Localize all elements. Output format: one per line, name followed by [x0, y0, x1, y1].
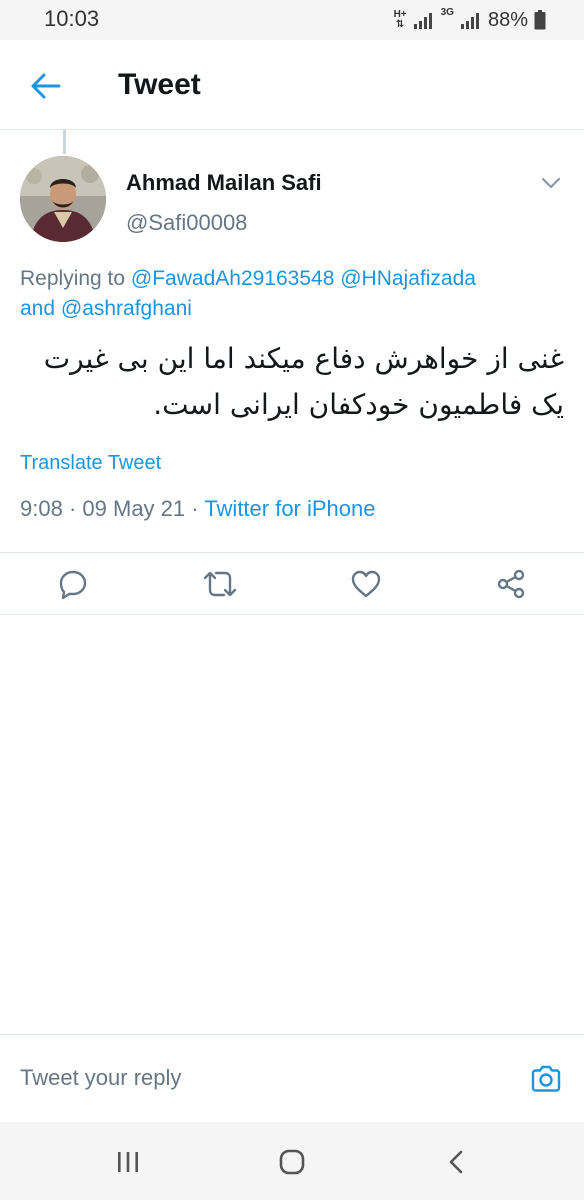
retweet-button[interactable]	[198, 562, 242, 606]
tweet-actions	[0, 554, 584, 614]
share-button[interactable]	[489, 562, 533, 606]
status-icons: H+ ⇅ 3G 88%	[394, 6, 546, 34]
home-button[interactable]	[270, 1140, 314, 1184]
reply-button[interactable]	[51, 562, 95, 606]
divider	[0, 552, 584, 553]
author-name[interactable]: Ahmad Mailan Safi	[126, 170, 322, 196]
mention-link-2[interactable]: @HNajafizada	[340, 267, 476, 290]
divider	[0, 614, 584, 615]
system-nav-bar	[0, 1122, 584, 1200]
camera-icon	[531, 1065, 561, 1092]
battery-percentage: 88%	[487, 8, 528, 31]
reply-bar	[0, 1034, 584, 1122]
like-icon	[351, 570, 381, 598]
page-header: Tweet	[0, 40, 584, 130]
back-nav-button[interactable]	[434, 1140, 478, 1184]
status-time: 10:03	[44, 6, 100, 31]
signal-icon	[413, 13, 432, 29]
tweet-source-link[interactable]: Twitter for iPhone	[204, 496, 375, 521]
recent-apps-icon	[118, 1152, 138, 1172]
back-button[interactable]	[24, 64, 68, 108]
tweet-options-button[interactable]	[536, 168, 566, 198]
status-bar: 10:03 H+ ⇅ 3G 88%	[0, 0, 584, 40]
reply-icon	[59, 570, 87, 600]
tweet-time: 9:08	[20, 496, 63, 521]
replying-prefix: Replying to	[20, 267, 131, 290]
like-button[interactable]	[344, 562, 388, 606]
chevron-down-icon	[541, 177, 561, 189]
tweet-meta: 9:08 · 09 May 21 · Twitter for iPhone	[20, 496, 376, 522]
and-text: and	[20, 297, 61, 320]
network-indicator-1: H+ ⇅	[394, 10, 407, 30]
meta-separator: ·	[68, 496, 77, 521]
author-handle[interactable]: @Safi00008	[126, 210, 247, 236]
share-icon	[497, 569, 525, 599]
tweet-text: غنی از خواهرش دفاع میکند اما این بی غیرت…	[43, 342, 564, 421]
replying-to: Replying to @FawadAh29163548 @HNajafizad…	[20, 264, 560, 324]
chevron-left-icon	[449, 1150, 463, 1174]
home-icon	[279, 1149, 305, 1175]
camera-button[interactable]	[528, 1061, 564, 1097]
retweet-icon	[203, 571, 237, 597]
recent-apps-button[interactable]	[106, 1140, 150, 1184]
mention-link-1[interactable]: @FawadAh29163548	[131, 267, 334, 290]
reply-input[interactable]	[20, 1061, 500, 1095]
battery-icon	[534, 10, 546, 30]
avatar[interactable]	[20, 156, 106, 242]
network-type-label-2: 3G	[440, 7, 454, 18]
data-arrows-icon: ⇅	[395, 19, 405, 30]
signal-icon-2	[460, 13, 479, 29]
thread-connector-line	[63, 130, 66, 154]
arrow-left-icon	[31, 73, 61, 99]
tweet-date: 09 May 21	[82, 496, 186, 521]
page-title: Tweet	[118, 68, 201, 101]
mention-link-3[interactable]: @ashrafghani	[61, 297, 192, 320]
avatar-image	[20, 156, 106, 242]
translate-tweet-link[interactable]: Translate Tweet	[20, 452, 161, 475]
meta-separator: ·	[191, 496, 199, 521]
